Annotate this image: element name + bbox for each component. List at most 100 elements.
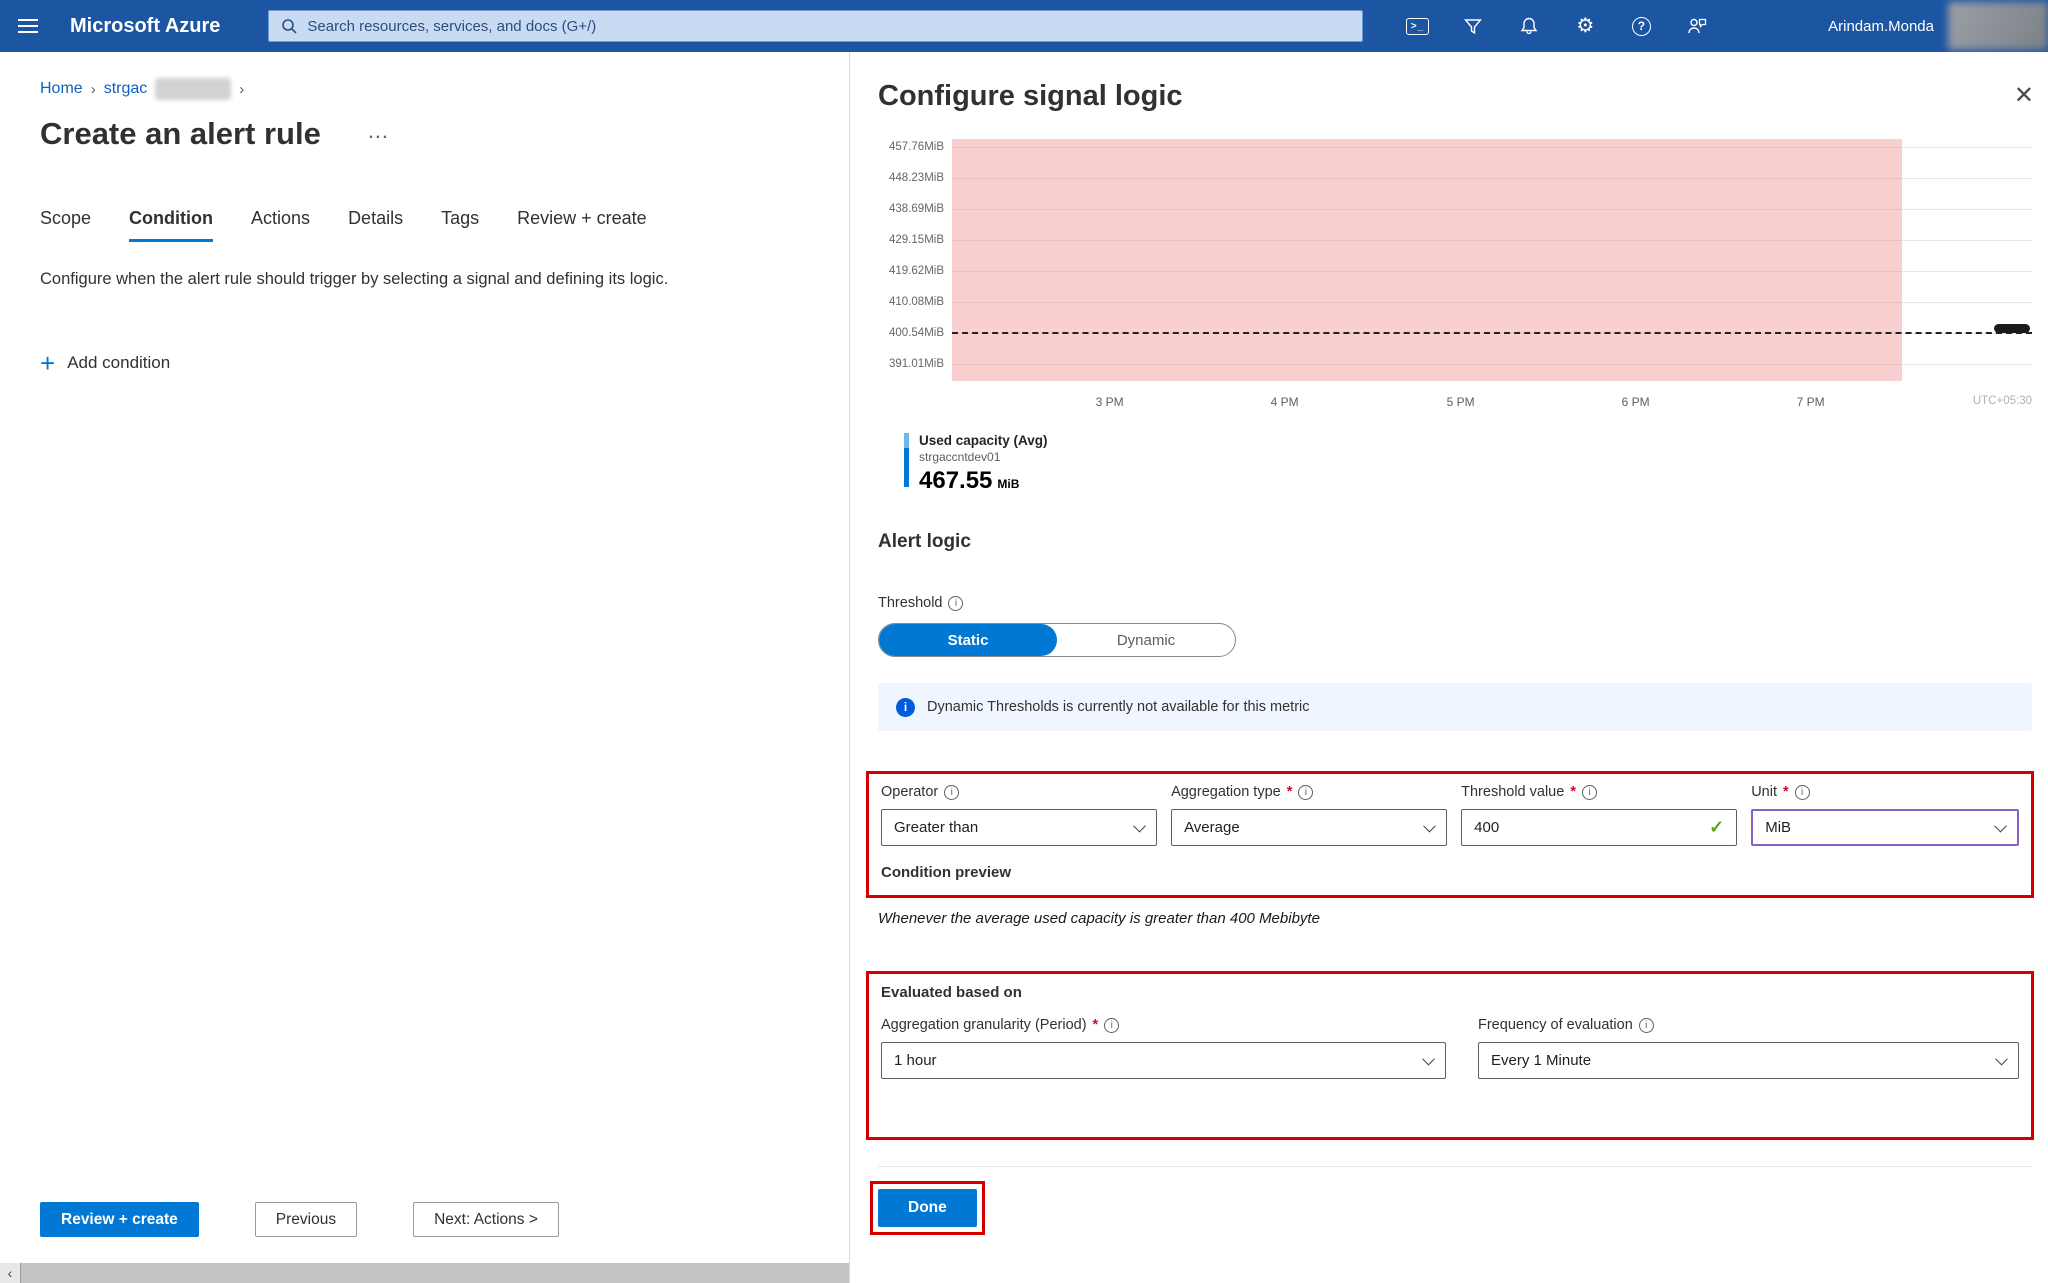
x-tick: 3 PM xyxy=(1096,395,1124,409)
legend-resource-name: strgaccntdev01 xyxy=(919,450,1048,464)
wizard-footer: Review + create Previous Next: Actions > xyxy=(40,1202,559,1237)
tab-condition[interactable]: Condition xyxy=(129,208,213,242)
hamburger-menu-icon[interactable] xyxy=(0,0,56,52)
operator-value: Greater than xyxy=(894,819,978,836)
top-icon-group: >_ ⚙ ? xyxy=(1389,0,1725,52)
user-name: Arindam.Monda xyxy=(1828,18,1934,35)
plus-icon: + xyxy=(40,353,55,373)
review-create-button[interactable]: Review + create xyxy=(40,1202,199,1237)
legend-unit: MiB xyxy=(997,477,1019,491)
info-icon[interactable]: i xyxy=(944,785,959,800)
cloud-shell-button[interactable]: >_ xyxy=(1389,0,1445,52)
frequency-of-evaluation-value: Every 1 Minute xyxy=(1491,1052,1591,1069)
wizard-tabs: Scope Condition Actions Details Tags Rev… xyxy=(40,208,849,242)
info-icon[interactable]: i xyxy=(1298,785,1313,800)
breadcrumb-resource-link[interactable]: strgac xyxy=(104,80,148,98)
brand-title[interactable]: Microsoft Azure xyxy=(70,15,220,38)
condition-preview-text: Whenever the average used capacity is gr… xyxy=(878,910,2032,927)
aggregation-type-dropdown[interactable]: Average xyxy=(1171,809,1447,846)
configure-signal-logic-panel: Configure signal logic ✕ 457.76MiB 448.2… xyxy=(850,52,2048,1283)
aggregation-type-value: Average xyxy=(1184,819,1240,836)
aggregation-type-label: Aggregation type xyxy=(1171,784,1281,800)
evaluated-based-on-heading: Evaluated based on xyxy=(881,984,2019,1001)
info-icon[interactable]: i xyxy=(1639,1018,1654,1033)
tab-actions[interactable]: Actions xyxy=(251,208,310,242)
chevron-down-icon xyxy=(1423,820,1436,833)
x-tick: 6 PM xyxy=(1622,395,1650,409)
create-alert-rule-page: Home › strgac › Create an alert rule … S… xyxy=(0,52,850,1283)
frequency-of-evaluation-label: Frequency of evaluation xyxy=(1478,1017,1633,1033)
breadcrumb-separator-icon: › xyxy=(91,81,96,98)
feedback-button[interactable] xyxy=(1669,0,1725,52)
threshold-value-field: Threshold value * i ✓ xyxy=(1461,784,1737,846)
avatar[interactable] xyxy=(1948,2,2048,50)
directory-filter-button[interactable] xyxy=(1445,0,1501,52)
page-title: Create an alert rule xyxy=(40,116,321,152)
threshold-dashed-line xyxy=(952,332,2032,334)
tab-tags[interactable]: Tags xyxy=(441,208,479,242)
panel-footer: Done xyxy=(878,1166,2032,1235)
threshold-value-label: Threshold value xyxy=(1461,784,1564,800)
required-marker: * xyxy=(1783,784,1789,800)
notifications-button[interactable] xyxy=(1501,0,1557,52)
unit-dropdown[interactable]: MiB xyxy=(1751,809,2019,846)
info-icon[interactable]: i xyxy=(1104,1018,1119,1033)
next-actions-button[interactable]: Next: Actions > xyxy=(413,1202,559,1237)
y-tick: 391.01MiB xyxy=(889,356,944,372)
x-tick: 4 PM xyxy=(1271,395,1299,409)
info-icon[interactable]: i xyxy=(1582,785,1597,800)
legend-current-value: 467.55 xyxy=(919,467,992,495)
global-search[interactable] xyxy=(268,10,1363,42)
aggregation-granularity-label: Aggregation granularity (Period) xyxy=(881,1017,1087,1033)
filter-icon xyxy=(1463,16,1483,36)
info-banner-text: Dynamic Thresholds is currently not avai… xyxy=(927,699,1310,715)
info-banner: i Dynamic Thresholds is currently not av… xyxy=(878,683,2032,731)
y-tick: 438.69MiB xyxy=(889,201,944,217)
previous-button[interactable]: Previous xyxy=(255,1202,357,1237)
threshold-static-option[interactable]: Static xyxy=(879,624,1057,656)
tab-scope[interactable]: Scope xyxy=(40,208,91,242)
breadcrumb-separator-icon: › xyxy=(239,81,244,98)
y-tick: 457.76MiB xyxy=(889,139,944,155)
info-icon[interactable]: i xyxy=(1795,785,1810,800)
info-icon[interactable]: i xyxy=(948,596,963,611)
tab-review-create[interactable]: Review + create xyxy=(517,208,647,242)
breadcrumb-home-link[interactable]: Home xyxy=(40,80,83,98)
tab-details[interactable]: Details xyxy=(348,208,403,242)
help-button[interactable]: ? xyxy=(1613,0,1669,52)
condition-preview-heading: Condition preview xyxy=(881,864,2019,881)
x-tick: 7 PM xyxy=(1797,395,1825,409)
threshold-mode-toggle: Static Dynamic xyxy=(878,623,1236,657)
horizontal-scrollbar[interactable]: ‹ xyxy=(0,1263,849,1283)
close-icon[interactable]: ✕ xyxy=(2014,84,2034,108)
chevron-down-icon xyxy=(1422,1053,1435,1066)
more-options-icon[interactable]: … xyxy=(367,118,391,144)
breadcrumb: Home › strgac › xyxy=(40,78,849,100)
threshold-value-input[interactable] xyxy=(1474,819,1709,836)
chevron-down-icon xyxy=(1133,820,1146,833)
search-icon xyxy=(281,18,297,34)
search-input[interactable] xyxy=(307,18,1350,35)
gear-icon: ⚙ xyxy=(1576,16,1594,36)
frequency-of-evaluation-field: Frequency of evaluation i Every 1 Minute xyxy=(1478,1017,2019,1079)
unit-field: Unit * i MiB xyxy=(1751,784,2019,846)
unit-label: Unit xyxy=(1751,784,1777,800)
threshold-label: Threshold xyxy=(878,595,942,611)
operator-label: Operator xyxy=(881,784,938,800)
operator-dropdown[interactable]: Greater than xyxy=(881,809,1157,846)
hamburger-bars xyxy=(18,15,38,37)
add-condition-button[interactable]: + Add condition xyxy=(40,353,170,373)
panel-title: Configure signal logic xyxy=(878,80,2032,113)
y-tick: 410.08MiB xyxy=(889,294,944,310)
threshold-dynamic-option[interactable]: Dynamic xyxy=(1057,624,1235,656)
aggregation-granularity-dropdown[interactable]: 1 hour xyxy=(881,1042,1446,1079)
settings-button[interactable]: ⚙ xyxy=(1557,0,1613,52)
frequency-of-evaluation-dropdown[interactable]: Every 1 Minute xyxy=(1478,1042,2019,1079)
alert-logic-heading: Alert logic xyxy=(878,531,2032,553)
bell-icon xyxy=(1519,16,1539,36)
y-tick: 448.23MiB xyxy=(889,170,944,186)
done-button[interactable]: Done xyxy=(878,1189,977,1227)
valid-check-icon: ✓ xyxy=(1709,817,1724,838)
account-area[interactable]: Arindam.Monda xyxy=(1828,2,2048,50)
scroll-left-icon[interactable]: ‹ xyxy=(0,1263,21,1283)
